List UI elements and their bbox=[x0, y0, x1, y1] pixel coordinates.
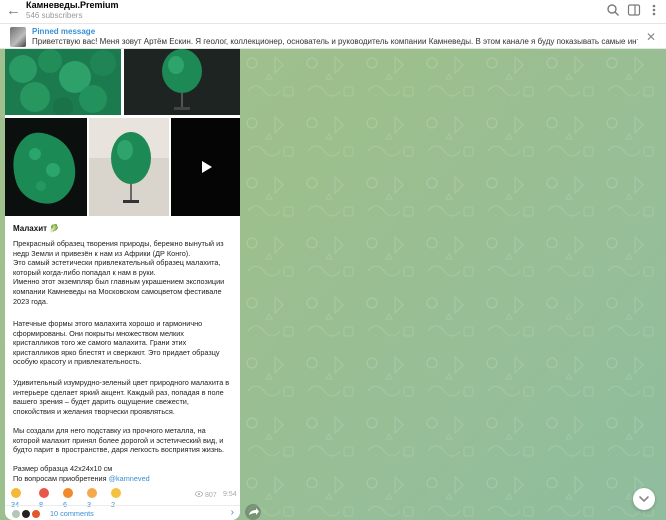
comments-count: 10 comments bbox=[50, 509, 94, 518]
channel-post: Малахит 🥬 Прекрасный образец творения пр… bbox=[5, 49, 240, 520]
reaction-star-struck[interactable]: 2 bbox=[111, 487, 123, 509]
sidebar-toggle-icon[interactable] bbox=[627, 3, 643, 19]
scroll-down-button[interactable] bbox=[633, 488, 655, 510]
photo-malachite-dark[interactable] bbox=[5, 118, 87, 216]
view-count: 807 bbox=[195, 491, 217, 499]
photo-malachite-room[interactable] bbox=[89, 118, 169, 216]
chat-area: Малахит 🥬 Прекрасный образец творения пр… bbox=[0, 49, 666, 520]
post-paragraph-4: Мы создали для него подставку из прочног… bbox=[13, 426, 225, 455]
size-line: Размер образца 42х24х10 см bbox=[13, 464, 113, 473]
play-icon[interactable] bbox=[171, 118, 240, 216]
reaction-fire[interactable]: 6 bbox=[63, 487, 75, 509]
post-paragraph-1: Прекрасный образец творения природы, бер… bbox=[13, 239, 225, 306]
post-heading: Малахит 🥬 bbox=[13, 224, 60, 233]
reaction-thumbs-up[interactable]: 34 bbox=[11, 487, 23, 509]
commenter-avatar bbox=[31, 509, 41, 519]
commenter-avatar bbox=[11, 509, 21, 519]
pinned-text: Приветствую вас! Меня зовут Артём Ескин.… bbox=[32, 37, 638, 46]
comments-button[interactable]: 10 comments › bbox=[5, 505, 240, 520]
reaction-clap[interactable]: 3 bbox=[87, 487, 99, 509]
photo-malachite-closeup[interactable] bbox=[5, 49, 121, 117]
pinned-title: Pinned message bbox=[32, 27, 96, 36]
search-icon[interactable] bbox=[606, 3, 622, 19]
post-paragraph-3: Удивительный изумрудно-зеленый цвет прир… bbox=[13, 378, 230, 416]
back-icon[interactable]: ← bbox=[6, 3, 22, 19]
photo-malachite-on-stand[interactable] bbox=[124, 49, 240, 115]
video-thumbnail[interactable] bbox=[171, 118, 240, 216]
chevron-right-icon: › bbox=[230, 507, 234, 518]
contact-line: По вопросам приобретения @kamneved bbox=[13, 473, 150, 483]
post-paragraph-5: Размер образца 42х24х10 см По вопросам п… bbox=[13, 464, 238, 483]
pinned-message-bar[interactable]: Pinned message Приветствую вас! Меня зов… bbox=[0, 25, 666, 49]
close-icon[interactable]: ✕ bbox=[645, 31, 657, 43]
contact-link[interactable]: @kamneved bbox=[109, 474, 150, 483]
post-paragraph-2: Натечные формы этого малахита хорошо и г… bbox=[13, 319, 220, 367]
commenter-avatar bbox=[21, 509, 31, 519]
reaction-heart[interactable]: 8 bbox=[39, 487, 51, 509]
chat-header: ← Камневеды.Premium 546 subscribers bbox=[0, 0, 666, 24]
pinned-thumbnail bbox=[10, 27, 26, 47]
share-icon[interactable] bbox=[245, 504, 261, 520]
message-time: 9:54 bbox=[223, 491, 237, 498]
more-vertical-icon[interactable] bbox=[647, 3, 663, 19]
subscriber-count: 546 subscribers bbox=[26, 11, 83, 20]
channel-title[interactable]: Камневеды.Premium bbox=[26, 0, 119, 10]
eye-icon bbox=[195, 491, 203, 497]
chevron-down-icon bbox=[639, 496, 649, 503]
